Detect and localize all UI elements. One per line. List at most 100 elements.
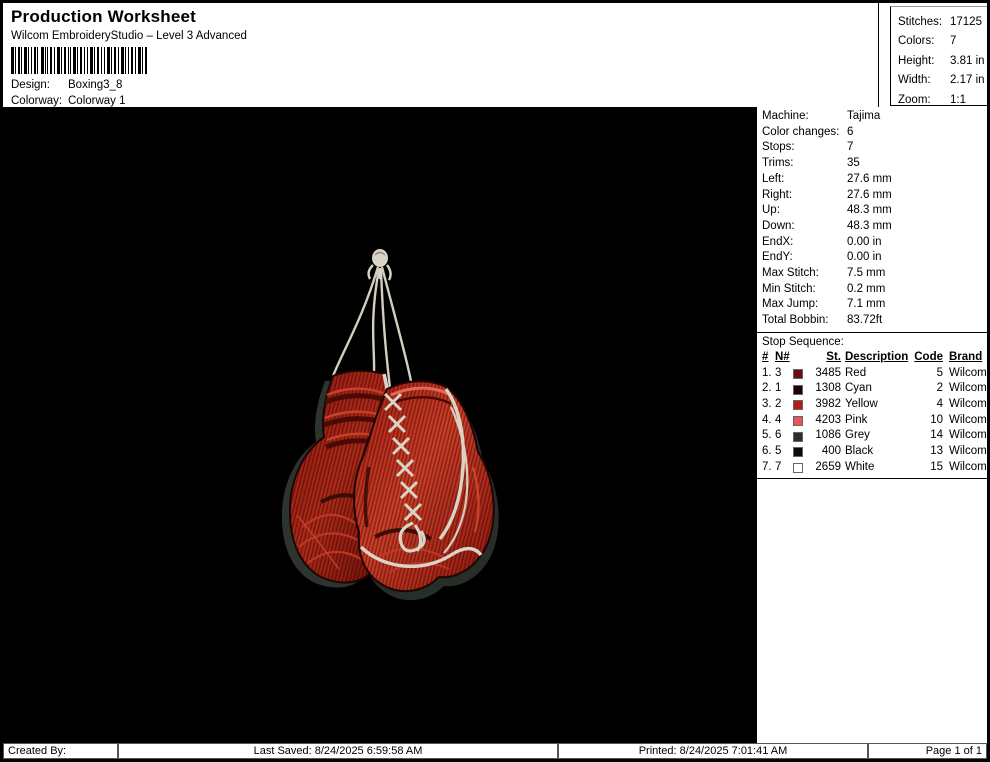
string-knot [367,249,392,281]
stop-sequence-title: Stop Sequence: [762,335,844,348]
app-subtitle: Wilcom EmbroideryStudio – Level 3 Advanc… [11,30,247,42]
seq-n: 7 [775,460,782,473]
seq-st: 1308 [815,382,841,395]
footer-printed: Printed: 8/24/2025 7:01:41 AM [558,743,868,759]
stat-value: 17125 [950,16,982,28]
seq-num: 7. [762,460,772,473]
info-row-right: Right: 27.6 mm [762,188,987,204]
info-row-trims: Trims: 35 [762,156,987,172]
info-label: Max Jump: [762,298,819,311]
seq-code: 10 [930,413,943,426]
seq-brand: Wilcom [949,445,987,458]
info-row-stops: Stops: 7 [762,140,987,156]
info-value: 35 [847,157,860,170]
header-left: Production Worksheet Wilcom EmbroiderySt… [11,7,247,109]
stat-value: 2.17 in [950,74,985,87]
info-row-color-changes: Color changes: 6 [762,125,987,141]
seq-description: Red [845,366,867,379]
seq-description: Black [845,445,874,458]
stat-label: Width: [898,74,931,87]
seq-n: 2 [775,397,782,410]
info-value: 7.1 mm [847,298,886,311]
info-value: 27.6 mm [847,188,892,201]
design-stats-box: Stitches: 17125 Colors: 7 Height: 3.81 i… [890,6,987,106]
seq-brand: Wilcom [949,413,987,426]
color-swatch [793,384,803,395]
info-row-min-stitch: Min Stitch: 0.2 mm [762,282,987,298]
info-row-max-jump: Max Jump: 7.1 mm [762,297,987,313]
info-row-machine: Machine: Tajima [762,109,987,125]
stat-label: Height: [898,54,935,67]
info-row-endy: EndY: 0.00 in [762,250,987,266]
col-num: # [762,350,769,363]
info-row-endx: EndX: 0.00 in [762,235,987,251]
footer: Created By: Last Saved: 8/24/2025 6:59:5… [3,743,987,759]
header-divider [878,3,879,107]
seq-code: 5 [936,366,943,379]
stop-sequence-row-3: 3. 2 3982 Yellow 4 Wilcom [762,397,987,413]
info-value: 48.3 mm [847,219,892,232]
info-row-down: Down: 48.3 mm [762,219,987,235]
seq-code: 4 [936,397,943,410]
info-label: Trims: [762,157,794,170]
info-label: EndY: [762,251,793,264]
info-label: Total Bobbin: [762,314,829,327]
seq-code: 13 [930,445,943,458]
seq-n: 4 [775,413,782,426]
seq-num: 6. [762,445,772,458]
info-value: 48.3 mm [847,204,892,217]
col-st: St. [826,350,841,363]
seq-st: 1086 [815,429,841,442]
design-canvas [3,107,757,744]
stop-sequence-row-2: 2. 1 1308 Cyan 2 Wilcom [762,381,987,397]
header: Production Worksheet Wilcom EmbroiderySt… [3,3,987,107]
seq-description: White [845,460,875,473]
seq-st: 3485 [815,366,841,379]
info-label: Down: [762,219,795,232]
info-label: Up: [762,204,780,217]
col-brand: Brand [949,350,983,363]
table-bottom-divider [757,478,987,480]
production-worksheet-page: Production Worksheet Wilcom EmbroiderySt… [0,0,990,762]
barcode-icon [11,47,147,74]
info-label: Color changes: [762,125,840,138]
seq-num: 4. [762,413,772,426]
seq-st: 3982 [815,397,841,410]
info-value: 83.72ft [847,314,883,327]
col-description: Description [845,350,909,363]
info-label: Right: [762,188,793,201]
info-value: 27.6 mm [847,172,892,185]
info-value: 6 [847,125,854,138]
info-row-up: Up: 48.3 mm [762,203,987,219]
design-label: Design: [11,79,50,91]
seq-description: Cyan [845,382,872,395]
footer-page-number: Page 1 of 1 [868,743,987,759]
info-value: 7 [847,141,854,154]
stat-width: Width: 2.17 in [898,71,987,90]
footer-created-by: Created By: [3,743,118,759]
page-title: Production Worksheet [11,7,197,26]
info-value: Tajima [847,110,881,122]
stop-sequence-row-7: 7. 7 2659 White 15 Wilcom [762,460,987,476]
boxing-gloves-design [281,249,499,601]
seq-st: 2659 [815,460,841,473]
info-row-total-bobbin: Total Bobbin: 83.72ft [762,313,987,329]
color-swatch [793,447,803,458]
design-row: Design: Boxing3_8 [11,78,247,94]
info-row-left: Left: 27.6 mm [762,172,987,188]
info-value: 7.5 mm [847,267,886,280]
info-label: Machine: [762,110,809,122]
stat-label: Colors: [898,35,935,48]
seq-description: Pink [845,413,868,426]
panel-divider [757,331,987,333]
color-swatch [793,368,803,379]
seq-brand: Wilcom [949,429,987,442]
seq-brand: Wilcom [949,460,987,473]
seq-num: 2. [762,382,772,395]
info-value: 0.00 in [847,235,882,248]
seq-brand: Wilcom [949,382,987,395]
stop-sequence-row-4: 4. 4 4203 Pink 10 Wilcom [762,413,987,429]
seq-description: Grey [845,429,870,442]
seq-n: 6 [775,429,782,442]
info-value: 0.2 mm [847,282,886,295]
